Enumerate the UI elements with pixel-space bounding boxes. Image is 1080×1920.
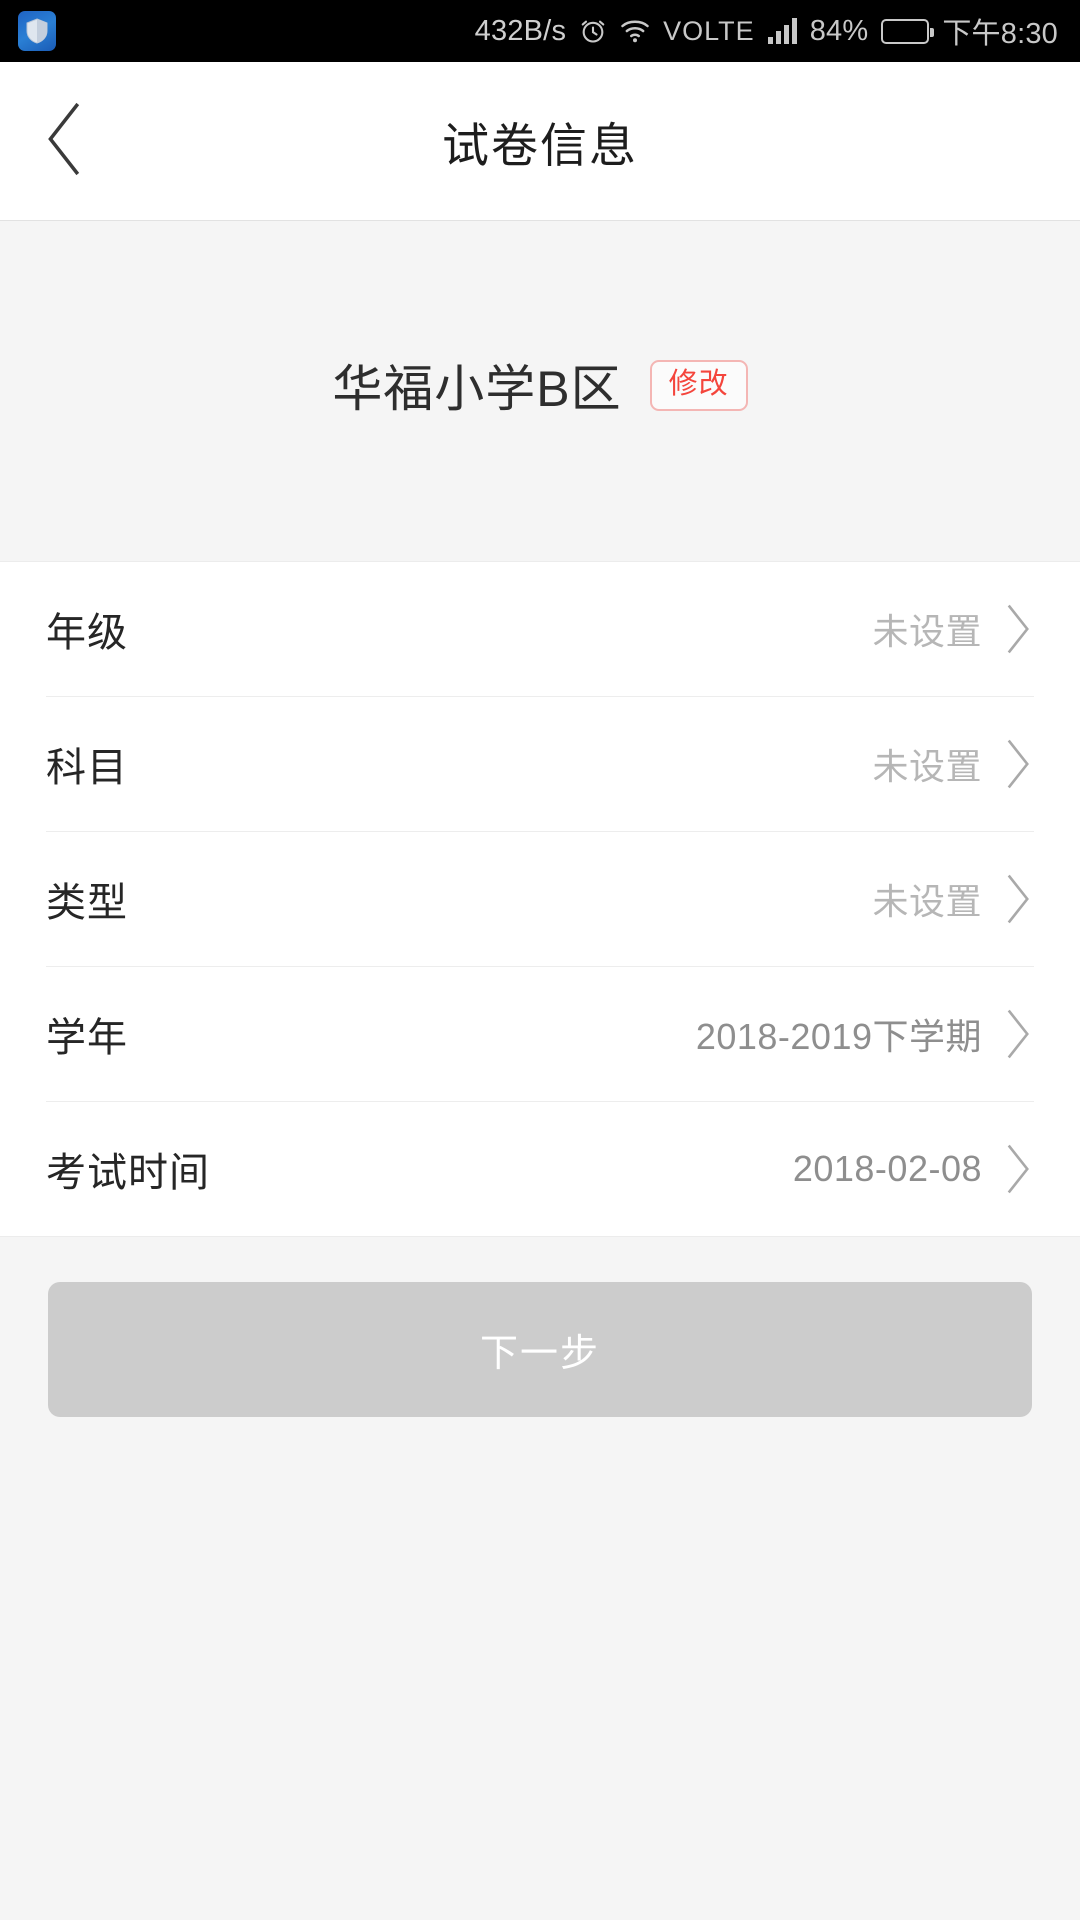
- modify-school-button[interactable]: 修改: [649, 359, 748, 411]
- list-item-right: 2018-02-08: [793, 1143, 1034, 1195]
- list-item-value: 2018-02-08: [792, 1148, 982, 1189]
- wifi-icon: [620, 17, 650, 45]
- list-item-value: 2018-2019下学期: [695, 1016, 982, 1057]
- next-step-button[interactable]: 下一步: [48, 1282, 1032, 1417]
- list-item-right: 未设置: [872, 873, 1034, 925]
- chevron-right-icon: [1004, 738, 1034, 790]
- school-header-row: 华福小学B区 修改: [332, 349, 748, 421]
- chevron-right-icon: [1004, 1008, 1034, 1060]
- list-item-type[interactable]: 类型 未设置: [46, 832, 1034, 967]
- list-item-right: 未设置: [872, 738, 1034, 790]
- status-bar-left: [18, 11, 56, 51]
- status-bar-clock: 下午8:30: [942, 18, 1058, 50]
- list-item-grade[interactable]: 年级 未设置: [46, 562, 1034, 697]
- school-name: 华福小学B区: [332, 361, 622, 417]
- volte-label: VOLTE: [663, 15, 755, 46]
- network-speed-text: 432B/s: [474, 14, 567, 47]
- chevron-right-icon: [1004, 873, 1034, 925]
- status-bar-right: 432B/s VOLTE 84% 下午8:30: [475, 10, 1058, 52]
- list-item-subject[interactable]: 科目 未设置: [46, 697, 1034, 832]
- list-item-exam-date[interactable]: 考试时间 2018-02-08: [46, 1102, 1034, 1236]
- school-header-card: 华福小学B区 修改: [0, 221, 1080, 562]
- shield-icon: [18, 11, 56, 51]
- list-item-label: 考试时间: [46, 1151, 210, 1195]
- battery-percent-text: 84%: [809, 14, 869, 47]
- list-item-label: 科目: [46, 746, 128, 790]
- status-bar: 432B/s VOLTE 84% 下午8:30: [0, 0, 1080, 62]
- exam-info-list: 年级 未设置 科目 未设置 类型 未设置 学年 2018-2019下学期 考试时…: [0, 562, 1080, 1237]
- signal-bars-icon: [767, 18, 797, 44]
- page-title: 试卷信息: [442, 118, 638, 172]
- back-button[interactable]: [0, 62, 130, 220]
- list-item-label: 学年: [46, 1016, 128, 1060]
- footer-area: 下一步: [0, 1237, 1080, 1920]
- list-item-right: 未设置: [872, 603, 1034, 655]
- list-item-label: 类型: [46, 881, 128, 925]
- list-item-value: 未设置: [872, 881, 982, 922]
- app-screen: 432B/s VOLTE 84% 下午8:30 试卷信息 华福小学B区 修改 年…: [0, 0, 1080, 1920]
- alarm-clock-icon: [579, 17, 607, 45]
- list-item-right: 2018-2019下学期: [696, 1008, 1034, 1060]
- chevron-right-icon: [1004, 1143, 1034, 1195]
- nav-bar: 试卷信息: [0, 62, 1080, 221]
- list-item-value: 未设置: [872, 611, 982, 652]
- list-item-value: 未设置: [872, 746, 982, 787]
- list-item-label: 年级: [46, 611, 128, 655]
- chevron-left-icon: [43, 101, 87, 182]
- chevron-right-icon: [1004, 603, 1034, 655]
- list-item-academic-year[interactable]: 学年 2018-2019下学期: [46, 967, 1034, 1102]
- battery-icon: [881, 18, 935, 44]
